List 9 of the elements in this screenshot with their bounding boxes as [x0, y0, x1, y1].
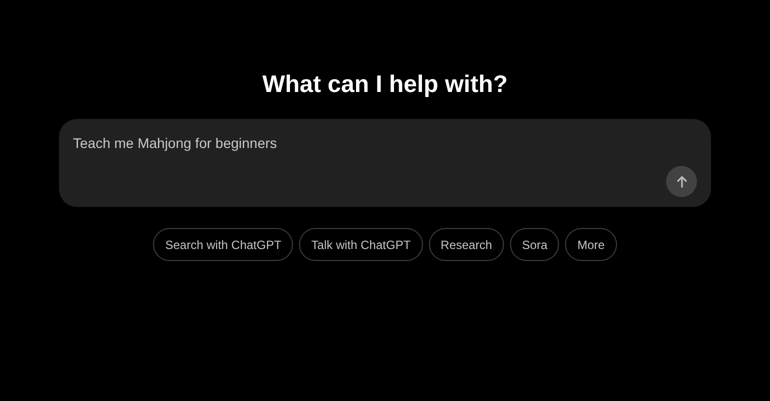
arrow-up-icon [674, 174, 688, 188]
suggestion-chip[interactable]: More [565, 228, 617, 261]
suggestion-chip[interactable]: Research [428, 228, 504, 261]
suggestion-chip[interactable]: Talk with ChatGPT [299, 228, 423, 261]
suggestion-chip[interactable]: Search with ChatGPT [153, 228, 294, 261]
heading: What can I help with? [262, 70, 508, 100]
suggestion-chip[interactable]: Sora [510, 228, 560, 261]
prompt-field[interactable]: Teach me Mahjong for beginners [59, 119, 711, 207]
send-button[interactable] [666, 166, 697, 197]
